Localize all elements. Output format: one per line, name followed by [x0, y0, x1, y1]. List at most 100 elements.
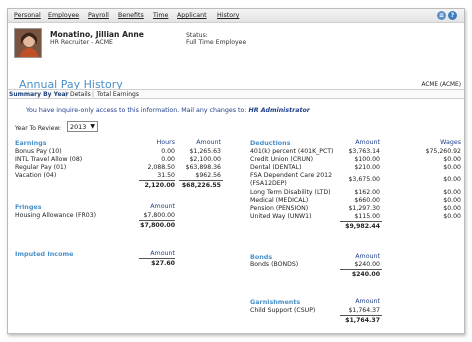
- deductions-row-wages: $0.00: [443, 213, 461, 220]
- company-label: ACME (ACME): [421, 82, 461, 88]
- earnings-amount-header: Amount: [196, 139, 221, 146]
- deductions-row-amount: $660.00: [354, 197, 380, 204]
- deductions-row-wages: $0.00: [443, 189, 461, 196]
- fringes-title: Fringes: [15, 203, 42, 211]
- menu-bar: Personal Employee Payroll Benefits Time …: [8, 9, 464, 23]
- imputed-total: $27.60: [151, 260, 175, 267]
- deductions-row-name: FSA Dependent Care 2012: [250, 172, 333, 179]
- bonds-rule: [340, 269, 382, 270]
- status-value: Full Time Employee: [186, 39, 247, 46]
- imputed-income-title: Imputed Income: [15, 250, 74, 258]
- earnings-hours-header: Hours: [156, 139, 175, 146]
- notice-text: You have inquire-only access to this inf…: [26, 107, 249, 114]
- deductions-row-name: Dental (DENTAL): [250, 164, 302, 171]
- menu-history[interactable]: History: [217, 12, 239, 19]
- earnings-row-hours: 2,088.50: [147, 164, 175, 171]
- earnings-row-hours: 31.50: [157, 172, 175, 179]
- year-label: Year To Review:: [15, 125, 61, 132]
- earnings-hours-rule: [139, 180, 175, 181]
- garnishments-row-amount: $1,764.37: [348, 307, 381, 314]
- deductions-row-wages: $0.00: [443, 176, 461, 183]
- deductions-row-wages: $0.00: [443, 197, 461, 204]
- deductions-total: $9,982.44: [345, 223, 380, 230]
- menu-applicant[interactable]: Applicant: [177, 12, 207, 19]
- imputed-rule: [139, 258, 175, 259]
- help-icon[interactable]: ?: [448, 11, 457, 20]
- tab-summary-by-year[interactable]: Summary By Year: [9, 91, 69, 98]
- bonds-total: $240.00: [351, 271, 380, 278]
- deductions-row-amount: $162.00: [354, 189, 380, 196]
- deductions-row-wages: $0.00: [443, 164, 461, 171]
- earnings-row-amount: $1,265.63: [189, 148, 222, 155]
- garnishments-total: $1,764.37: [345, 317, 380, 324]
- imputed-amount-header: Amount: [150, 250, 175, 257]
- chevron-down-icon: ▼: [90, 123, 95, 130]
- deductions-row-name: Pension (PENSION): [250, 205, 309, 212]
- deductions-row-name: United Way (UNW1): [250, 213, 312, 220]
- tab-total-earnings[interactable]: Total Earnings: [97, 91, 139, 98]
- menu-payroll[interactable]: Payroll: [88, 12, 109, 19]
- deductions-row-name: 401(k) percent (401K_PCT): [250, 148, 334, 155]
- garnishments-amount-header: Amount: [355, 298, 380, 305]
- deductions-row-amount: $210.00: [354, 164, 380, 171]
- earnings-row-amount: $2,100.00: [189, 156, 222, 163]
- earnings-amount-rule: [179, 180, 223, 181]
- bonds-title: Bonds: [250, 253, 273, 261]
- fringes-amount-header: Amount: [150, 203, 175, 210]
- deductions-row-name: Medical (MEDICAL): [250, 197, 309, 204]
- menu-employee[interactable]: Employee: [48, 12, 79, 19]
- earnings-row-hours: 0.00: [161, 156, 175, 163]
- employee-header: Monatino, Jillian Anne HR Recruiter - AC…: [8, 24, 464, 74]
- menu-benefits[interactable]: Benefits: [118, 12, 144, 19]
- garnishments-rule: [340, 315, 382, 316]
- deductions-amount-header: Amount: [355, 139, 380, 146]
- deductions-row-name-cont: (FSA12DEP): [250, 180, 287, 187]
- tab-divider: |: [92, 91, 95, 98]
- bonds-amount-header: Amount: [355, 253, 380, 260]
- employee-name: Monatino, Jillian Anne: [50, 30, 144, 39]
- deductions-row-name: Credit Union (CRUN): [250, 156, 314, 163]
- tab-bar: Summary By Year | Details | Total Earnin…: [8, 89, 464, 99]
- menu-personal[interactable]: Personal: [14, 12, 41, 19]
- deductions-row-amount: $100.00: [354, 156, 380, 163]
- deductions-row-wages: $0.00: [443, 205, 461, 212]
- deductions-row-amount: $1,297.30: [348, 205, 381, 212]
- deductions-row-name: Long Term Disability (LTD): [250, 189, 331, 196]
- avatar: [14, 28, 42, 58]
- earnings-row-hours: 0.00: [161, 148, 175, 155]
- deductions-row-wages: $75,260.92: [425, 148, 461, 155]
- fringes-rule: [139, 220, 175, 221]
- earnings-row-name: Bonus Pay (10): [15, 148, 62, 155]
- earnings-title: Earnings: [15, 139, 47, 147]
- fringes-row-amount: $7,800.00: [143, 212, 176, 219]
- earnings-total-hours: 2,120.00: [144, 182, 175, 189]
- fringes-total: $7,800.00: [140, 222, 175, 229]
- bonds-row-name: Bonds (BONDS): [250, 261, 299, 268]
- tab-details[interactable]: Details: [70, 91, 91, 98]
- menu-time[interactable]: Time: [153, 12, 168, 19]
- earnings-row-name: Vacation (04): [15, 172, 57, 179]
- hr-admin-contact[interactable]: HR Administrator: [248, 107, 309, 114]
- deductions-rule: [340, 221, 382, 222]
- earnings-row-name: Regular Pay (01): [15, 164, 67, 171]
- employee-role: HR Recruiter - ACME: [50, 39, 113, 46]
- deductions-wages-header: Wages: [440, 139, 461, 146]
- earnings-row-name: INTL Travel Allow (08): [15, 156, 83, 163]
- fringes-row-name: Housing Allowance (FR03): [15, 212, 97, 219]
- deductions-row-amount: $3,763.14: [348, 148, 381, 155]
- year-select[interactable]: 2013 ▼: [67, 121, 98, 132]
- year-value: 2013: [70, 123, 87, 131]
- app-window: Personal Employee Payroll Benefits Time …: [7, 8, 465, 334]
- list-icon[interactable]: ≡: [437, 11, 446, 20]
- deductions-title: Deductions: [250, 139, 291, 147]
- garnishments-title: Garnishments: [250, 298, 301, 306]
- deductions-row-wages: $0.00: [443, 156, 461, 163]
- deductions-row-amount: $115.00: [354, 213, 380, 220]
- earnings-row-amount: $63,898.36: [185, 164, 221, 171]
- deductions-row-amount: $3,675.00: [348, 176, 381, 183]
- access-notice: You have inquire-only access to this inf…: [26, 107, 310, 114]
- garnishments-row-name: Child Support (CSUP): [250, 307, 316, 314]
- earnings-total-amount: $68,226.55: [181, 182, 221, 189]
- bonds-row-amount: $240.00: [354, 261, 380, 268]
- status-label: Status:: [186, 32, 208, 39]
